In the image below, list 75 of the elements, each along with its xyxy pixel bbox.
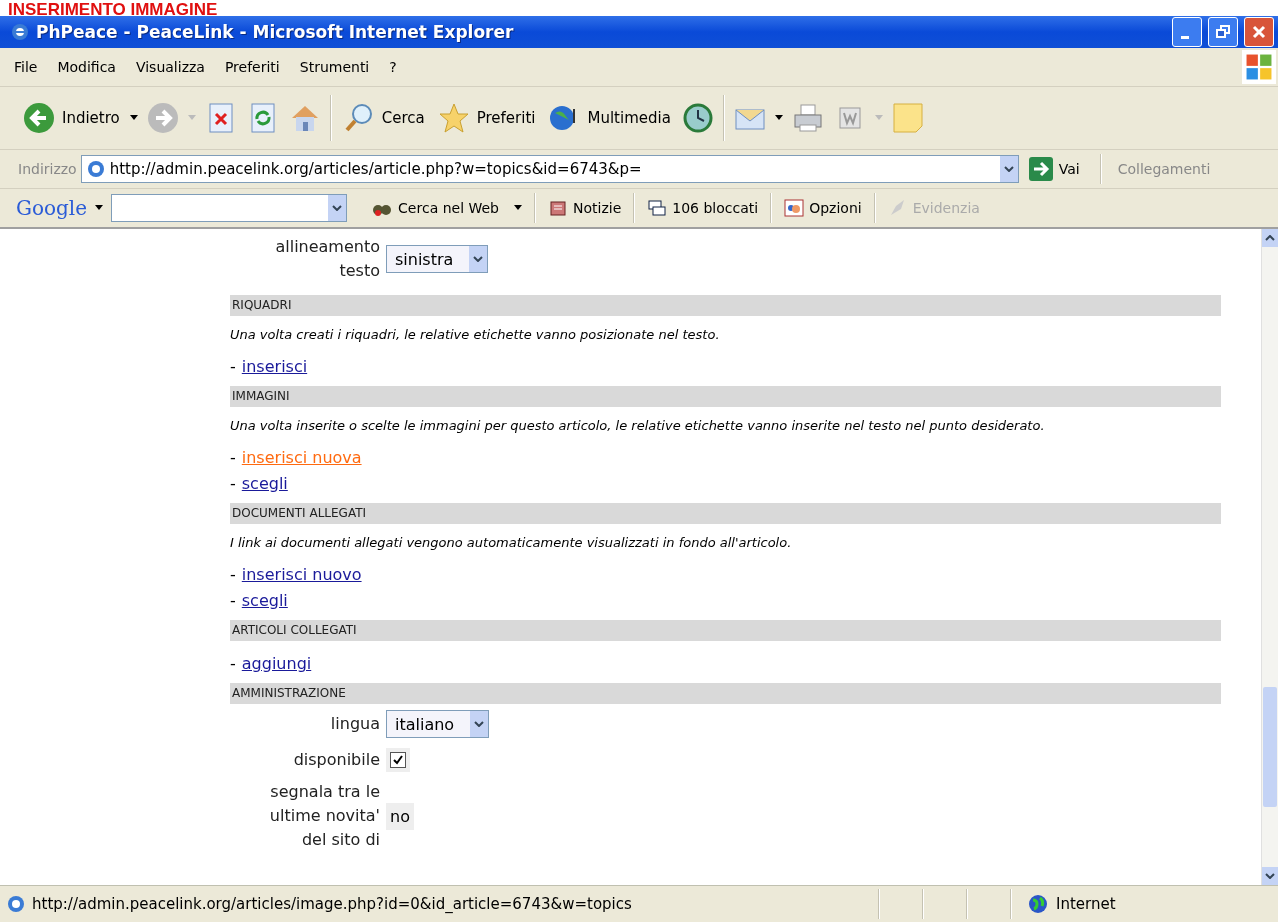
media-button[interactable]: Multimedia (545, 99, 673, 137)
section-header: AMMINISTRAZIONE (230, 683, 1221, 704)
windows-logo-icon (1242, 50, 1276, 84)
windows-icon (647, 198, 668, 218)
action-link[interactable]: scegli (241, 471, 288, 497)
field-label: disponibile (292, 749, 380, 771)
section-header: DOCUMENTI ALLEGATI (230, 503, 1221, 524)
field-value: no (386, 802, 414, 830)
list-dash: - (230, 653, 236, 675)
chevron-up-icon[interactable] (1265, 235, 1275, 241)
action-link[interactable]: inserisci (241, 354, 308, 380)
go-button[interactable]: Vai (1028, 157, 1080, 181)
arrow-right-icon (1028, 157, 1053, 181)
caret-icon[interactable] (95, 205, 104, 211)
action-link[interactable]: scegli (241, 588, 288, 614)
restore-button[interactable] (1208, 17, 1238, 47)
action-link[interactable]: aggiungi (241, 651, 312, 677)
section-note: Una volta inserite o scelte le immagini per questo articolo, le relative etichette vanno inserite nel testo nel punto desiderato. (230, 417, 1046, 435)
toolbar-button[interactable]: Opzioni (780, 198, 866, 218)
search-button[interactable]: Cerca (339, 99, 427, 137)
toolbar-button[interactable]: Cerca nel Web (367, 198, 526, 218)
close-button[interactable] (1244, 17, 1274, 47)
page-icon (85, 159, 106, 179)
caret-icon[interactable] (514, 205, 522, 211)
back-button[interactable]: Indietro (20, 99, 122, 137)
minimize-icon (1181, 35, 1189, 39)
menu-item[interactable]: Preferiti (224, 59, 280, 75)
list-dash: - (230, 447, 236, 469)
browser-icon (10, 22, 30, 42)
field-label: lingua (329, 713, 380, 735)
dropdown[interactable]: sinistra (386, 245, 489, 273)
field-label: segnala tra le ultime novita' del sito di (268, 781, 380, 851)
section-header: ARTICOLI COLLEGATI (230, 620, 1221, 641)
options-icon (784, 198, 805, 218)
google-logo[interactable]: Google (16, 196, 88, 220)
caret-icon[interactable] (774, 115, 783, 121)
page-icon (6, 894, 26, 914)
list-dash: - (230, 356, 236, 378)
minimize-button[interactable] (1172, 17, 1202, 47)
field-label: allineamento testo (274, 236, 380, 282)
toolbar-button[interactable]: 106 bloccati (643, 198, 763, 218)
menu-item[interactable]: ? (389, 59, 397, 75)
scrollbar[interactable] (1261, 229, 1278, 885)
list-dash: - (230, 473, 236, 495)
zone-label: Internet (1056, 895, 1116, 913)
window-title: PhPeace - PeaceLink - Microsoft Internet Explorer (36, 22, 514, 42)
globe-icon (1028, 894, 1048, 914)
status-text: http://admin.peacelink.org/articles/image.php?id=0&id_article=6743&w=topics (32, 895, 632, 913)
section-header: IMMAGINI (230, 386, 1221, 407)
chevron-down-icon[interactable] (1003, 166, 1014, 172)
chevron-down-icon[interactable] (332, 205, 343, 211)
section-note: Una volta creati i riquadri, le relative etichette vanno posizionate nel testo. (230, 326, 721, 344)
section-header: RIQUADRI (230, 295, 1221, 316)
scroll-thumb[interactable] (1263, 687, 1277, 807)
newspaper-icon (548, 198, 568, 218)
checkbox[interactable] (390, 752, 406, 768)
action-link[interactable]: inserisci nuovo (241, 562, 362, 588)
section-note: I link ai documenti allegati vengono automaticamente visualizzati in fondo all'articolo. (230, 534, 793, 552)
dropdown[interactable]: italiano (386, 710, 490, 738)
toolbar-button[interactable]: Notizie (544, 198, 626, 218)
favorites-button[interactable]: Preferiti (434, 99, 538, 137)
chevron-down-icon[interactable] (1265, 873, 1275, 879)
menu-item[interactable]: Visualizza (135, 59, 205, 75)
chevron-down-icon[interactable] (474, 721, 485, 727)
list-dash: - (230, 590, 236, 612)
caret-icon[interactable] (129, 115, 138, 121)
address-label: Indirizzo (18, 161, 77, 177)
chevron-down-icon[interactable] (473, 256, 484, 262)
list-dash: - (230, 564, 236, 586)
address-field[interactable]: http://admin.peacelink.org/articles/article.php?w=topics&id=6743&p= (80, 155, 1019, 183)
menu-item[interactable]: File (14, 59, 38, 75)
menu-item[interactable]: Strumenti (299, 59, 370, 75)
menu-item[interactable]: Modifica (57, 59, 116, 75)
search-field[interactable] (111, 194, 348, 222)
page-caption: INSERIMENTO IMMAGINE (7, 0, 219, 16)
